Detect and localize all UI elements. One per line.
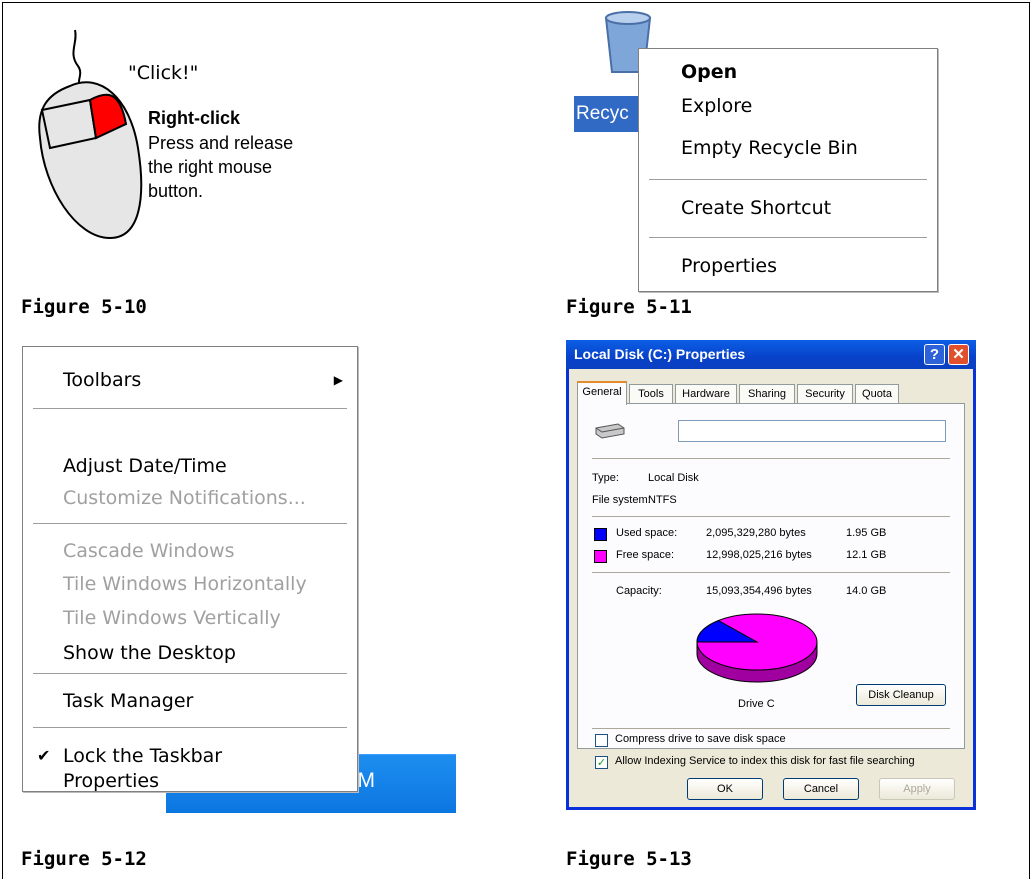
menu-separator bbox=[33, 727, 347, 728]
drive-label: Drive C bbox=[738, 698, 775, 710]
menu-item-explore[interactable]: Explore bbox=[639, 89, 937, 123]
file-system-label: File system: bbox=[592, 494, 651, 506]
menu-item-lock-taskbar[interactable]: ✔ Lock the Taskbar bbox=[23, 739, 357, 773]
tab-security[interactable]: Security bbox=[797, 384, 853, 403]
tab-sharing[interactable]: Sharing bbox=[739, 384, 795, 403]
free-space-label: Free space: bbox=[616, 549, 675, 561]
drive-name-input[interactable] bbox=[678, 420, 946, 442]
click-text: "Click!" bbox=[128, 62, 199, 84]
figure-caption-5-13: Figure 5-13 bbox=[566, 848, 692, 870]
used-space-label: Used space: bbox=[616, 527, 678, 539]
free-space-swatch bbox=[594, 550, 607, 563]
allow-indexing-label: Allow Indexing Service to index this dis… bbox=[615, 755, 915, 767]
menu-separator bbox=[649, 237, 927, 238]
menu-item-open[interactable]: Open bbox=[639, 55, 937, 89]
disk-cleanup-button[interactable]: Disk Cleanup bbox=[856, 684, 946, 706]
used-space-bytes: 2,095,329,280 bytes bbox=[706, 527, 806, 539]
dialog-title: Local Disk (C:) Properties bbox=[574, 346, 746, 362]
cancel-button[interactable]: Cancel bbox=[783, 778, 859, 800]
menu-item-task-manager[interactable]: Task Manager bbox=[23, 684, 357, 718]
menu-item-label: Toolbars bbox=[63, 369, 142, 391]
used-space-swatch bbox=[594, 528, 607, 541]
capacity-size: 14.0 GB bbox=[846, 585, 887, 597]
free-space-size: 12.1 GB bbox=[846, 549, 887, 561]
compress-drive-label: Compress drive to save disk space bbox=[615, 733, 786, 745]
menu-item-customize-notifications[interactable]: Customize Notifications... bbox=[23, 481, 357, 515]
free-space-bytes: 12,998,025,216 bytes bbox=[706, 549, 812, 561]
allow-indexing-checkbox[interactable]: ✓ bbox=[595, 756, 608, 769]
menu-item-taskbar-properties[interactable]: Properties bbox=[23, 771, 357, 791]
disk-properties-dialog: Local Disk (C:) Properties ? ✕ General T… bbox=[566, 340, 976, 810]
menu-item-adjust-date-time[interactable]: Adjust Date/Time bbox=[23, 449, 357, 483]
recycle-bin-label[interactable]: Recyc bbox=[576, 100, 629, 128]
menu-separator bbox=[33, 408, 347, 409]
menu-item-properties[interactable]: Properties bbox=[639, 249, 937, 283]
tab-general[interactable]: General bbox=[577, 381, 627, 405]
menu-separator bbox=[33, 673, 347, 674]
menu-item-tile-vertically[interactable]: Tile Windows Vertically bbox=[23, 601, 357, 635]
menu-item-label: Lock the Taskbar bbox=[63, 745, 223, 767]
right-click-description: Press and release the right mouse button… bbox=[148, 133, 294, 201]
menu-item-tile-horizontally[interactable]: Tile Windows Horizontally bbox=[23, 567, 357, 601]
menu-item-toolbars[interactable]: Toolbars ▶ bbox=[23, 363, 357, 397]
separator bbox=[592, 572, 950, 573]
menu-separator bbox=[33, 523, 347, 524]
close-icon[interactable]: ✕ bbox=[948, 344, 969, 365]
menu-item-show-desktop[interactable]: Show the Desktop bbox=[23, 636, 357, 670]
right-click-title: Right-click bbox=[148, 108, 241, 128]
type-label: Type: bbox=[592, 472, 619, 484]
used-space-size: 1.95 GB bbox=[846, 527, 887, 539]
separator bbox=[592, 516, 950, 517]
drive-icon bbox=[595, 423, 625, 439]
checkmark-icon: ✔ bbox=[37, 746, 51, 765]
disk-usage-pie-chart bbox=[696, 613, 818, 683]
tab-tools[interactable]: Tools bbox=[629, 384, 673, 403]
menu-separator bbox=[649, 179, 927, 180]
ok-button[interactable]: OK bbox=[687, 778, 763, 800]
checkmark-icon: ✓ bbox=[596, 756, 607, 769]
submenu-arrow-icon: ▶ bbox=[333, 373, 343, 387]
menu-item-cascade-windows[interactable]: Cascade Windows bbox=[23, 534, 357, 568]
tab-quota[interactable]: Quota bbox=[855, 384, 899, 403]
menu-item-create-shortcut[interactable]: Create Shortcut bbox=[639, 191, 937, 225]
capacity-label: Capacity: bbox=[616, 585, 662, 597]
figure-caption-5-12: Figure 5-12 bbox=[21, 848, 147, 870]
type-value: Local Disk bbox=[648, 472, 699, 484]
taskbar-context-menu: Toolbars ▶ Adjust Date/Time Customize Not… bbox=[22, 346, 358, 792]
recycle-bin-context-menu: Open Explore Empty Recycle Bin Create Sh… bbox=[638, 48, 938, 292]
compress-drive-checkbox[interactable] bbox=[595, 734, 608, 747]
help-icon[interactable]: ? bbox=[924, 344, 945, 365]
general-tab-panel: Type: Local Disk File system: NTFS Used … bbox=[577, 403, 965, 749]
dialog-title-bar: Local Disk (C:) Properties ? ✕ bbox=[566, 340, 976, 369]
tab-hardware[interactable]: Hardware bbox=[675, 384, 737, 403]
figure-caption-5-11: Figure 5-11 bbox=[566, 296, 692, 318]
capacity-bytes: 15,093,354,496 bytes bbox=[706, 585, 812, 597]
menu-item-empty-recycle-bin[interactable]: Empty Recycle Bin bbox=[639, 131, 937, 165]
separator bbox=[592, 458, 950, 459]
separator bbox=[592, 728, 950, 729]
figure-caption-5-10: Figure 5-10 bbox=[21, 296, 147, 318]
file-system-value: NTFS bbox=[648, 494, 677, 506]
apply-button[interactable]: Apply bbox=[879, 778, 955, 800]
